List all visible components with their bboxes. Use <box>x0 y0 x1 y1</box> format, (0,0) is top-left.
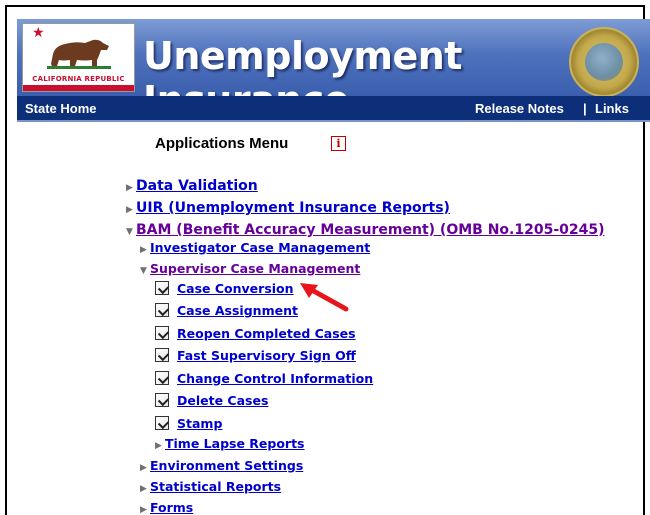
california-flag-logo: ★ CALIFORNIA REPUBLIC <box>22 23 135 92</box>
seal-center <box>585 43 623 81</box>
page-title: Applications Menu <box>155 135 289 152</box>
stamp-link[interactable]: Stamp <box>177 416 222 431</box>
menu-item-stamp: Stamp <box>155 416 222 431</box>
case-conversion-link[interactable]: Case Conversion <box>177 281 294 296</box>
menu-item-investigator: ▶ Investigator Case Management <box>140 240 370 255</box>
document-icon <box>155 326 169 340</box>
case-assignment-link[interactable]: Case Assignment <box>177 303 298 318</box>
annotation-arrow-icon <box>300 283 349 312</box>
menu-item-delete-cases: Delete Cases <box>155 393 268 408</box>
expand-arrow-icon[interactable]: ▶ <box>126 205 136 215</box>
supervisor-case-management-link[interactable]: Supervisor Case Management <box>150 261 360 276</box>
menu-item-fast-signoff: Fast Supervisory Sign Off <box>155 348 356 363</box>
menu-item-case-assignment: Case Assignment <box>155 303 298 318</box>
menu-item-case-conversion: Case Conversion <box>155 281 294 296</box>
menu-item-environment: ▶ Environment Settings <box>140 458 303 473</box>
delete-cases-link[interactable]: Delete Cases <box>177 393 268 408</box>
expand-arrow-icon[interactable]: ▶ <box>155 441 165 451</box>
expand-arrow-icon[interactable]: ▶ <box>140 505 150 515</box>
expand-arrow-icon[interactable]: ▶ <box>140 463 150 473</box>
expand-arrow-icon[interactable]: ▶ <box>126 183 136 193</box>
collapse-arrow-icon[interactable]: ▼ <box>126 227 136 237</box>
fast-supervisory-sign-off-link[interactable]: Fast Supervisory Sign Off <box>177 348 356 363</box>
links-link[interactable]: Links <box>595 101 629 116</box>
top-nav-bar: State Home Release Notes | Links <box>17 96 650 122</box>
reopen-completed-cases-link[interactable]: Reopen Completed Cases <box>177 326 356 341</box>
document-icon <box>155 348 169 362</box>
flag-stripe <box>23 85 134 91</box>
expand-arrow-icon[interactable]: ▶ <box>140 245 150 255</box>
bear-icon <box>47 39 111 69</box>
menu-item-change-control: Change Control Information <box>155 371 373 386</box>
time-lapse-reports-link[interactable]: Time Lapse Reports <box>165 436 305 451</box>
menu-item-supervisor: ▼ Supervisor Case Management <box>140 261 360 276</box>
state-home-link[interactable]: State Home <box>25 101 97 116</box>
investigator-case-management-link[interactable]: Investigator Case Management <box>150 240 370 255</box>
menu-item-statistical: ▶ Statistical Reports <box>140 479 281 494</box>
nav-separator: | <box>583 101 587 116</box>
state-seal-logo <box>569 27 639 97</box>
bam-link[interactable]: BAM (Benefit Accuracy Measurement) (OMB … <box>136 222 605 238</box>
document-icon <box>155 393 169 407</box>
menu-item-time-lapse: ▶ Time Lapse Reports <box>155 436 305 451</box>
document-icon <box>155 281 169 295</box>
menu-item-bam: ▼ BAM (Benefit Accuracy Measurement) (OMB… <box>126 222 605 238</box>
flag-text: CALIFORNIA REPUBLIC <box>32 75 125 83</box>
menu-item-data-validation: ▶ Data Validation <box>126 178 258 194</box>
data-validation-link[interactable]: Data Validation <box>136 178 258 194</box>
expand-arrow-icon[interactable]: ▶ <box>140 484 150 494</box>
menu-item-reopen: Reopen Completed Cases <box>155 326 356 341</box>
uir-link[interactable]: UIR (Unemployment Insurance Reports) <box>136 200 450 216</box>
menu-item-uir: ▶ UIR (Unemployment Insurance Reports) <box>126 200 450 216</box>
statistical-reports-link[interactable]: Statistical Reports <box>150 479 281 494</box>
document-icon <box>155 416 169 430</box>
document-icon <box>155 303 169 317</box>
release-notes-link[interactable]: Release Notes <box>475 101 564 116</box>
collapse-arrow-icon[interactable]: ▼ <box>140 266 150 276</box>
change-control-information-link[interactable]: Change Control Information <box>177 371 373 386</box>
star-icon: ★ <box>32 25 45 41</box>
document-icon <box>155 371 169 385</box>
info-icon[interactable]: i <box>331 136 346 151</box>
environment-settings-link[interactable]: Environment Settings <box>150 458 303 473</box>
